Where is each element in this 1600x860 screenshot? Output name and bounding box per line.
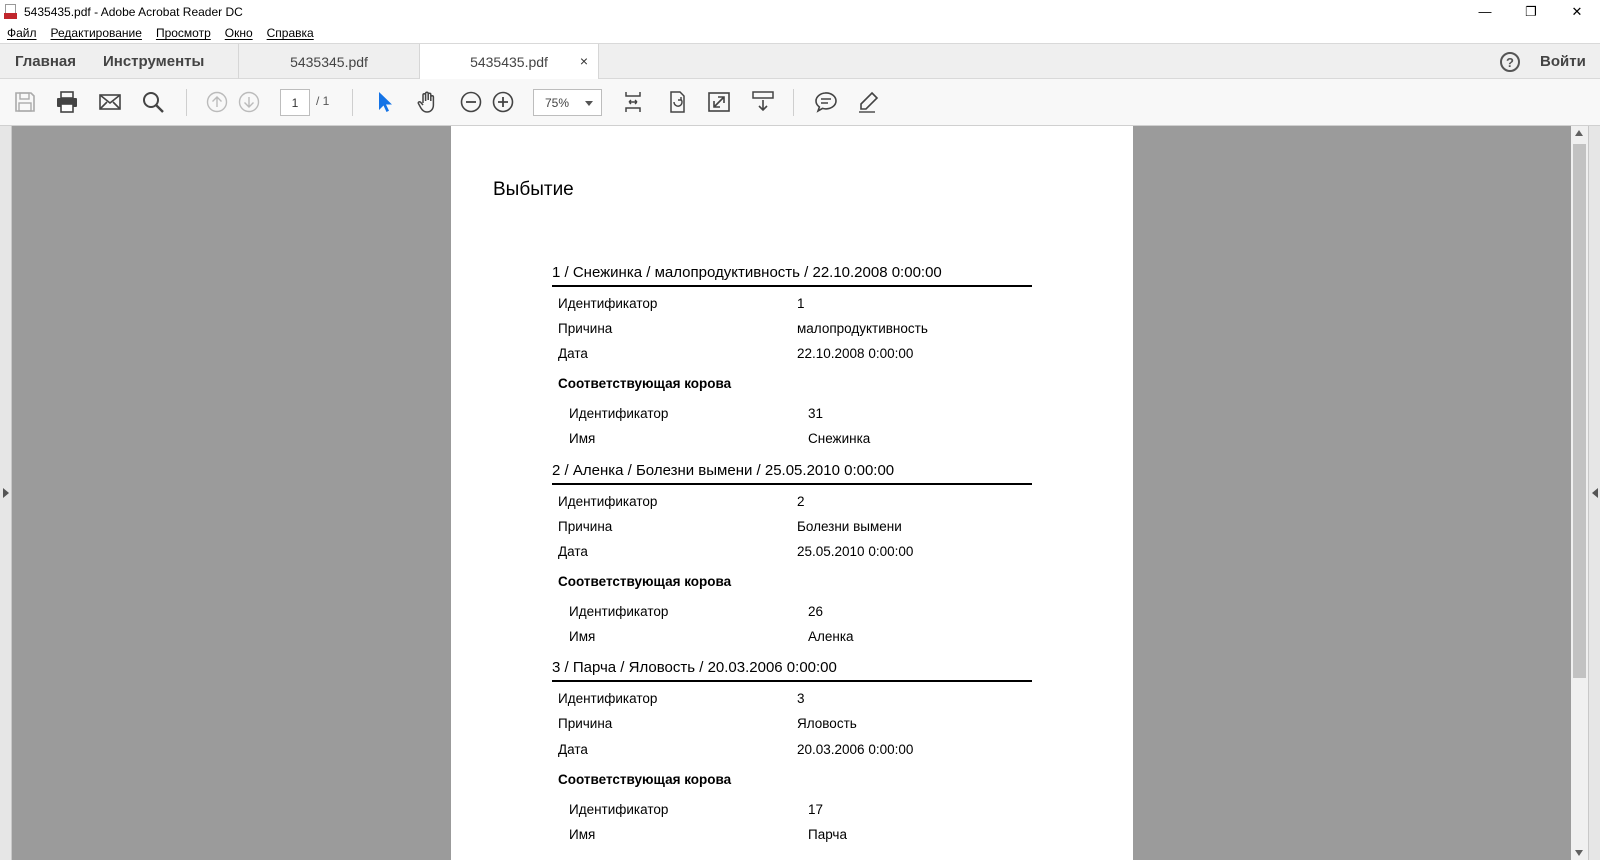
- value-id: 2: [797, 494, 805, 509]
- value-id: 3: [797, 691, 805, 706]
- label-cow-id: Идентификатор: [569, 406, 669, 421]
- value-cow-name: Парча: [808, 827, 847, 842]
- comment-icon[interactable]: [813, 89, 839, 115]
- cow-subheading: Соответствующая корова: [558, 772, 732, 787]
- label-cow-name: Имя: [569, 827, 596, 842]
- label-id: Идентификатор: [558, 691, 658, 706]
- toolbar-divider: [793, 89, 794, 116]
- value-cow-id: 31: [808, 406, 824, 421]
- previous-page-icon[interactable]: [204, 89, 230, 115]
- value-id: 1: [797, 296, 805, 311]
- record-heading: 2 / Аленка / Болезни вымени / 25.05.2010…: [552, 461, 1032, 485]
- label-cow-id: Идентификатор: [569, 802, 669, 817]
- menu-view[interactable]: Просмотр: [156, 26, 211, 40]
- label-cow-name: Имя: [569, 629, 596, 644]
- hand-tool-icon[interactable]: [414, 89, 440, 115]
- label-id: Идентификатор: [558, 296, 658, 311]
- menu-bar: Файл Редактирование Просмотр Окно Справк…: [0, 23, 1600, 43]
- value-date: 22.10.2008 0:00:00: [797, 346, 914, 361]
- tab-home[interactable]: Главная: [15, 53, 76, 70]
- next-page-icon[interactable]: [236, 89, 262, 115]
- chevron-down-icon: [585, 101, 593, 106]
- cow-subheading: Соответствующая корова: [558, 376, 732, 391]
- value-cow-id: 17: [808, 802, 824, 817]
- menu-help[interactable]: Справка: [267, 26, 314, 40]
- value-date: 20.03.2006 0:00:00: [797, 742, 914, 757]
- window-title: 5435435.pdf - Adobe Acrobat Reader DC: [24, 4, 243, 19]
- page-number-input[interactable]: 1: [280, 89, 310, 116]
- record-heading: 3 / Парча / Яловость / 20.03.2006 0:00:0…: [552, 658, 1032, 682]
- restore-button[interactable]: ❐: [1508, 0, 1554, 23]
- zoom-value: 75%: [545, 96, 570, 110]
- toolbar-divider: [186, 89, 187, 116]
- document-viewer[interactable]: Выбытие 1 / Снежинка / малопродуктивност…: [0, 126, 1600, 860]
- label-reason: Причина: [558, 519, 613, 534]
- vertical-scrollbar[interactable]: [1571, 126, 1588, 860]
- search-icon[interactable]: [140, 89, 166, 115]
- select-tool-icon[interactable]: [372, 89, 398, 115]
- value-date: 25.05.2010 0:00:00: [797, 544, 914, 559]
- label-cow-id: Идентификатор: [569, 604, 669, 619]
- toolbar: 1 / 1 75%: [0, 79, 1600, 126]
- tab-tools[interactable]: Инструменты: [103, 53, 204, 70]
- value-reason: Болезни вымени: [797, 519, 902, 534]
- menu-edit[interactable]: Редактирование: [51, 26, 142, 40]
- scroll-mode-icon[interactable]: [750, 89, 776, 115]
- zoom-select[interactable]: 75%: [533, 89, 602, 116]
- record-section: 3 / Парча / Яловость / 20.03.2006 0:00:0…: [552, 658, 1032, 682]
- rotate-page-icon[interactable]: [664, 89, 690, 115]
- label-reason: Причина: [558, 716, 613, 731]
- email-icon[interactable]: [97, 89, 123, 115]
- help-icon[interactable]: ?: [1500, 52, 1520, 72]
- right-panel-toggle[interactable]: [1588, 126, 1600, 860]
- zoom-in-icon[interactable]: [490, 89, 516, 115]
- zoom-out-icon[interactable]: [458, 89, 484, 115]
- tab-label: 5435345.pdf: [290, 53, 368, 70]
- record-section: 2 / Аленка / Болезни вымени / 25.05.2010…: [552, 461, 1032, 485]
- label-date: Дата: [558, 544, 588, 559]
- label-cow-name: Имя: [569, 431, 596, 446]
- acrobat-window: 5435435.pdf - Adobe Acrobat Reader DC — …: [0, 0, 1600, 860]
- scroll-down-icon[interactable]: [1575, 850, 1583, 856]
- value-cow-name: Аленка: [808, 629, 854, 644]
- tab-bar: Главная Инструменты 5435345.pdf 5435435.…: [0, 43, 1600, 80]
- record-section: 1 / Снежинка / малопродуктивность / 22.1…: [552, 263, 1032, 287]
- label-reason: Причина: [558, 321, 613, 336]
- value-cow-id: 26: [808, 604, 824, 619]
- sign-in-button[interactable]: Войти: [1540, 53, 1586, 70]
- pdf-file-icon: [4, 3, 18, 20]
- page-total: / 1: [316, 94, 330, 108]
- close-window-button[interactable]: ✕: [1554, 0, 1600, 23]
- label-date: Дата: [558, 742, 588, 757]
- close-icon[interactable]: ×: [580, 53, 588, 69]
- minimize-button[interactable]: —: [1462, 0, 1508, 23]
- tab-document-2[interactable]: 5435435.pdf ×: [419, 44, 599, 80]
- scroll-thumb[interactable]: [1573, 144, 1586, 678]
- chevron-left-icon: [1592, 488, 1598, 498]
- print-icon[interactable]: [54, 89, 80, 115]
- document-title: Выбытие: [493, 179, 574, 200]
- tab-label: 5435435.pdf: [470, 54, 548, 70]
- pdf-page: Выбытие 1 / Снежинка / малопродуктивност…: [451, 126, 1133, 860]
- value-reason: малопродуктивность: [797, 321, 928, 336]
- tab-document-1[interactable]: 5435345.pdf: [239, 44, 419, 79]
- chevron-right-icon: [3, 488, 9, 498]
- record-heading: 1 / Снежинка / малопродуктивность / 22.1…: [552, 263, 1032, 287]
- scroll-up-icon[interactable]: [1575, 130, 1583, 136]
- cow-subheading: Соответствующая корова: [558, 574, 732, 589]
- label-id: Идентификатор: [558, 494, 658, 509]
- fit-page-icon[interactable]: [620, 89, 646, 115]
- toolbar-divider: [352, 89, 353, 116]
- menu-window[interactable]: Окно: [225, 26, 253, 40]
- value-cow-name: Снежинка: [808, 431, 871, 446]
- sign-pen-icon[interactable]: [856, 89, 882, 115]
- save-icon[interactable]: [12, 89, 38, 115]
- full-screen-icon[interactable]: [706, 89, 732, 115]
- title-bar: 5435435.pdf - Adobe Acrobat Reader DC — …: [0, 0, 1600, 23]
- label-date: Дата: [558, 346, 588, 361]
- value-reason: Яловость: [797, 716, 857, 731]
- left-panel-toggle[interactable]: [0, 126, 12, 860]
- menu-file[interactable]: Файл: [7, 26, 37, 40]
